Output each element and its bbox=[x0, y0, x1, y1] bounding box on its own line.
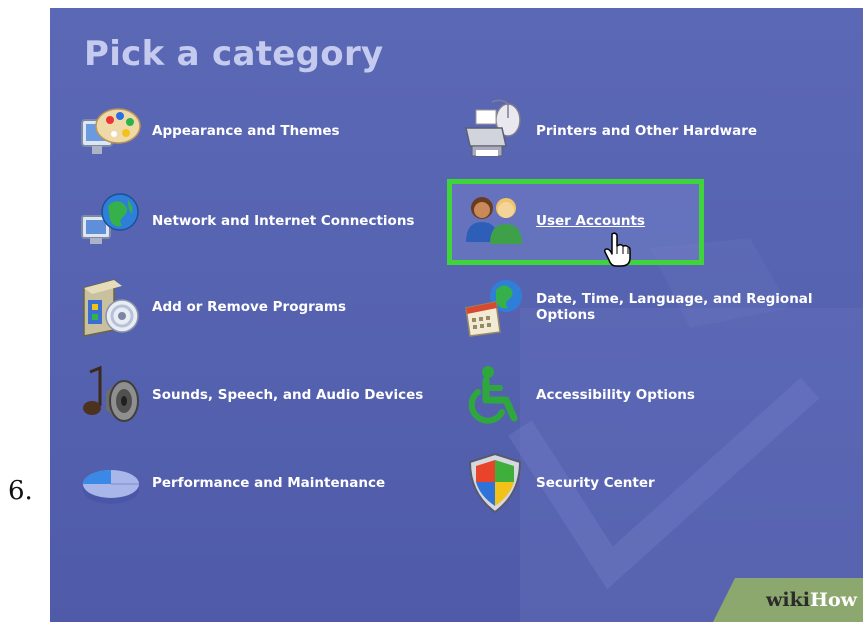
category-label: Add or Remove Programs bbox=[152, 299, 347, 315]
windows-shield-icon bbox=[462, 450, 528, 516]
pie-chart-icon bbox=[78, 450, 144, 516]
printer-mouse-icon bbox=[462, 98, 528, 164]
watermark-part-1: wiki bbox=[766, 589, 811, 611]
category-label: Printers and Other Hardware bbox=[536, 123, 758, 139]
category-label: Date, Time, Language, and Regional Optio… bbox=[536, 291, 813, 323]
step-number: 6. bbox=[8, 476, 33, 506]
category-performance-maintenance[interactable]: Performance and Maintenance bbox=[78, 450, 385, 516]
wheelchair-icon bbox=[462, 362, 528, 428]
category-accessibility-options[interactable]: Accessibility Options bbox=[462, 362, 695, 428]
palette-monitor-icon bbox=[78, 98, 144, 164]
users-icon bbox=[462, 188, 528, 254]
globe-network-icon bbox=[78, 188, 144, 254]
hand-cursor-icon bbox=[604, 232, 631, 267]
category-label: Sounds, Speech, and Audio Devices bbox=[152, 387, 424, 403]
category-sounds-speech-audio[interactable]: Sounds, Speech, and Audio Devices bbox=[78, 362, 423, 428]
category-date-time-language-regional[interactable]: Date, Time, Language, and Regional Optio… bbox=[462, 274, 836, 340]
speaker-note-icon bbox=[78, 362, 144, 428]
category-label: Accessibility Options bbox=[536, 387, 695, 403]
category-label: Network and Internet Connections bbox=[152, 213, 415, 229]
category-label: Appearance and Themes bbox=[152, 123, 340, 139]
control-panel: Pick a category Appearance and Themes Ne… bbox=[50, 8, 863, 622]
category-label: Security Center bbox=[536, 475, 655, 491]
calendar-globe-icon bbox=[462, 274, 528, 340]
category-appearance-themes[interactable]: Appearance and Themes bbox=[78, 98, 340, 164]
category-network-internet[interactable]: Network and Internet Connections bbox=[78, 188, 414, 254]
category-security-center[interactable]: Security Center bbox=[462, 450, 655, 516]
category-label: User Accounts bbox=[536, 213, 645, 229]
category-label: Performance and Maintenance bbox=[152, 475, 386, 491]
category-add-remove-programs[interactable]: Add or Remove Programs bbox=[78, 274, 346, 340]
page-title: Pick a category bbox=[84, 34, 384, 74]
cd-box-icon bbox=[78, 274, 144, 340]
watermark-part-2: How bbox=[810, 589, 857, 611]
category-printers-hardware[interactable]: Printers and Other Hardware bbox=[462, 98, 757, 164]
wikihow-watermark: wikiHow bbox=[713, 578, 863, 622]
